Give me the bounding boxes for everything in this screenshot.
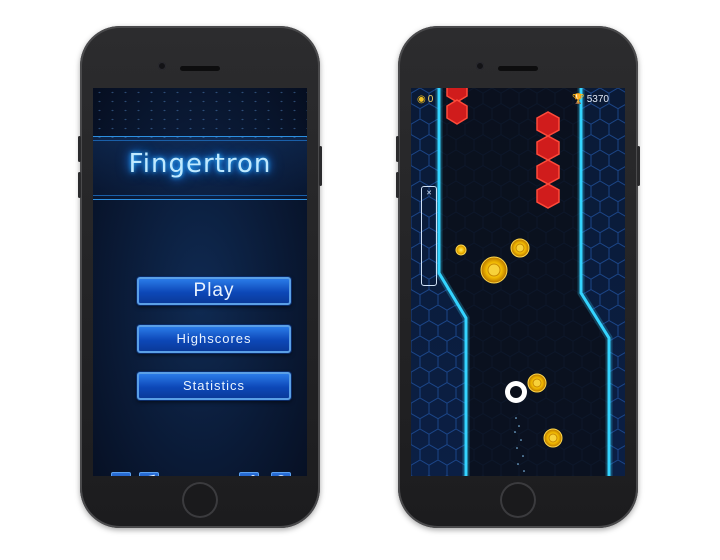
highscores-button[interactable]: Highscores xyxy=(137,325,291,353)
coin-count: 0 xyxy=(427,94,434,105)
home-button[interactable] xyxy=(500,482,536,518)
volume-up-button xyxy=(78,136,81,162)
front-camera xyxy=(476,62,484,70)
share-icon xyxy=(251,475,255,476)
title-banner: Fingertron xyxy=(93,136,307,200)
earpiece-speaker xyxy=(180,66,220,71)
front-camera xyxy=(158,62,166,70)
help-button[interactable] xyxy=(271,472,291,476)
coin-counter: ◉ 0 xyxy=(417,94,433,105)
statistics-button[interactable]: Statistics xyxy=(137,372,291,400)
volume-down-button xyxy=(78,172,81,198)
speaker-icon xyxy=(112,473,130,476)
power-button xyxy=(637,146,640,186)
close-icon: ✕ xyxy=(426,189,432,197)
coin-icon: ◉ xyxy=(417,94,426,105)
home-button[interactable] xyxy=(182,482,218,518)
game-title: Fingertron xyxy=(128,149,272,179)
sound-toggle-button[interactable] xyxy=(111,472,131,476)
power-button xyxy=(319,146,322,186)
trophy-icon: 🏆 xyxy=(572,94,585,105)
share-button[interactable] xyxy=(239,472,259,476)
volume-up-button xyxy=(396,136,399,162)
score-counter: 🏆 5370 xyxy=(572,94,609,105)
music-note-icon xyxy=(148,474,155,476)
volume-down-button xyxy=(396,172,399,198)
highscores-button-label: Highscores xyxy=(176,331,252,346)
play-button[interactable]: Play xyxy=(137,277,291,305)
phone-menu: Fingertron Play Highscores Statistics xyxy=(78,26,322,528)
music-toggle-button[interactable] xyxy=(139,472,159,476)
play-button-label: Play xyxy=(193,280,235,301)
statistics-button-label: Statistics xyxy=(182,378,245,393)
question-icon xyxy=(278,475,284,476)
pause-button[interactable]: ✕ xyxy=(421,186,437,286)
earpiece-speaker xyxy=(498,66,538,71)
game-field xyxy=(411,88,625,476)
star-field xyxy=(93,88,307,138)
menu-screen: Fingertron Play Highscores Statistics xyxy=(93,88,307,476)
game-screen[interactable]: ✕ ◉ 0 🏆 5370 xyxy=(411,88,625,476)
phone-gameplay: ✕ ◉ 0 🏆 5370 xyxy=(396,26,640,528)
score-value: 5370 xyxy=(586,94,609,105)
